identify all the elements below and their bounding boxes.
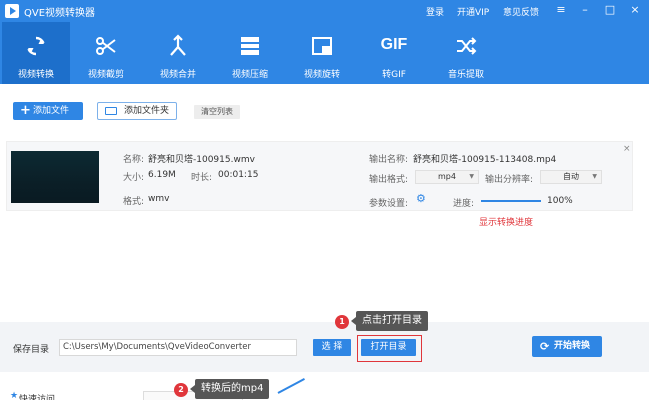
add-file-button[interactable]: + 添加文件 [13,102,83,120]
caret-down-icon: ▼ [592,173,597,180]
open-dir-button[interactable]: 打开目录 [361,339,416,356]
output-format-label: 输出格式: [369,175,409,185]
step-callout-1: 点击打开目录 [351,311,428,331]
gif-icon: GIF [380,36,408,53]
tab-label: 视频转换 [17,70,54,80]
add-folder-label: 添加文件夹 [124,106,170,116]
file-list-item: 名称: 舒亮和贝塔-100915.wmv 大小: 6.19M 时长: 00:01… [6,141,633,228]
output-format-select[interactable]: mp4 ▼ [415,170,479,184]
params-label: 参数设置: [369,199,409,209]
output-format-value: mp4 [438,172,456,181]
star-icon: ★ [10,391,19,400]
quick-access-label: 快速访问 [19,395,56,400]
output-name-label: 输出名称: [369,155,409,165]
tab-label: 视频截剪 [87,70,124,80]
output-resolution-value: 自动 [563,172,579,181]
app-logo-icon [5,4,19,18]
scissors-icon [96,37,116,55]
gear-icon[interactable]: ⚙ [416,193,428,205]
start-convert-label: 开始转换 [554,341,591,351]
step-callout-2: 转换后的mp4 [189,379,270,399]
maximize-icon[interactable]: □ [603,3,617,17]
folder-icon [105,107,117,115]
step-badge-1: 1 [335,315,349,329]
tab-label: 视频合并 [159,70,196,80]
file-size: 6.19M [148,170,176,180]
video-thumbnail[interactable] [11,151,99,203]
tab-label: 视频压缩 [231,70,268,80]
output-name: 舒亮和贝塔-100915-113408.mp4 [413,155,557,165]
save-path-field[interactable]: C:\Users\My\Documents\QveVideoConverter [59,339,297,356]
format-label: 格式: [123,197,145,207]
start-convert-button[interactable]: ⟳ 开始转换 [532,336,602,357]
title-bar: QVE视频转换器 登录 开通VIP 意见反馈 ≡ – □ × [0,0,649,22]
menu-icon[interactable]: ≡ [554,3,568,17]
plus-icon: + [20,103,31,118]
tab-video-compress[interactable]: 视频压缩 [216,22,284,84]
lower-panel [0,372,649,400]
duration-label: 时长: [191,173,213,183]
tab-label: 视频旋转 [303,70,340,80]
progress-percent: 100% [547,196,573,206]
file-duration: 00:01:15 [218,170,259,180]
name-label: 名称: [123,155,145,165]
caret-down-icon: ▼ [469,173,474,180]
merge-icon [170,34,186,56]
tab-to-gif[interactable]: GIF 转GIF [360,22,428,84]
tab-video-cut[interactable]: 视频截剪 [72,22,140,84]
clear-list-button[interactable]: 清空列表 [194,105,240,119]
tab-video-merge[interactable]: 视频合并 [144,22,212,84]
shuffle-icon [457,37,477,55]
minimize-icon[interactable]: – [578,3,592,17]
progress-label: 进度: [453,199,475,209]
tab-audio-extract[interactable]: 音乐提取 [432,22,500,84]
main-toolbar: 视频转换 视频截剪 视频合并 视频压缩 视频旋转 GIF 转GIF 音乐提取 [0,22,649,84]
progress-fill [481,200,541,202]
app-title: QVE视频转换器 [24,8,96,19]
step-badge-2: 2 [174,383,188,397]
output-resolution-label: 输出分辨率: [485,175,534,185]
progress-bar [481,200,541,202]
close-icon[interactable]: × [628,3,642,17]
convert-icon [27,36,45,56]
add-file-label: 添加文件 [33,106,70,116]
vip-link[interactable]: 开通VIP [457,5,489,18]
rotate-icon [312,37,332,55]
login-link[interactable]: 登录 [426,5,444,18]
progress-annotation: 显示转换进度 [479,218,534,228]
tab-video-rotate[interactable]: 视频旋转 [288,22,356,84]
choose-dir-button[interactable]: 选 择 [313,339,351,356]
tab-label: 音乐提取 [447,70,484,80]
tab-label: 转GIF [382,70,406,80]
add-folder-button[interactable]: 添加文件夹 [97,102,177,120]
tab-video-convert[interactable]: 视频转换 [2,22,70,84]
save-dir-label: 保存目录 [13,345,50,355]
file-name: 舒亮和贝塔-100915.wmv [148,155,255,165]
output-resolution-select[interactable]: 自动 ▼ [540,170,602,184]
compress-icon [241,37,259,55]
size-label: 大小: [123,173,145,183]
remove-file-icon[interactable]: × [623,144,631,154]
feedback-link[interactable]: 意见反馈 [503,5,539,18]
file-format: wmv [148,194,170,204]
refresh-icon: ⟳ [540,340,550,353]
